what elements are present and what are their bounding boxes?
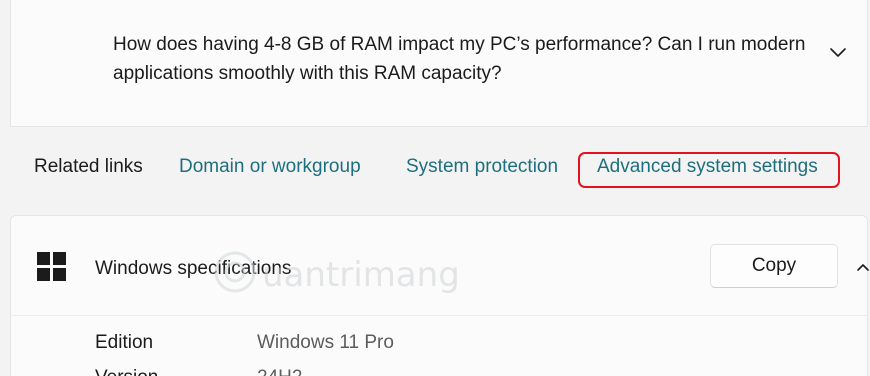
edition-label: Edition [95, 332, 154, 353]
watermark-icon [214, 251, 256, 293]
version-label: Version [95, 367, 158, 376]
related-links-label: Related links [34, 156, 143, 177]
chevron-down-icon[interactable] [829, 46, 847, 58]
copy-button[interactable]: Copy [710, 244, 838, 288]
watermark-text: uantrimang [262, 255, 460, 295]
windows-logo-icon [37, 252, 66, 281]
faq-question: How does having 4-8 GB of RAM impact my … [113, 34, 806, 84]
related-links-bar: Related links Domain or workgroup System… [10, 128, 868, 210]
domain-or-workgroup-link[interactable]: Domain or workgroup [179, 156, 361, 178]
settings-page: How does having 4-8 GB of RAM impact my … [0, 0, 870, 376]
system-protection-link[interactable]: System protection [406, 156, 558, 178]
edition-value: Windows 11 Pro [257, 332, 394, 353]
advanced-system-settings-link[interactable]: Advanced system settings [597, 156, 818, 178]
faq-item[interactable]: How does having 4-8 GB of RAM impact my … [10, 0, 868, 127]
watermark-logo: uantrimang [212, 249, 472, 299]
version-value: 24H2 [257, 367, 302, 376]
windows-specifications-details: Edition Windows 11 Pro Version 24H2 [10, 315, 868, 376]
chevron-up-icon[interactable] [856, 262, 870, 272]
